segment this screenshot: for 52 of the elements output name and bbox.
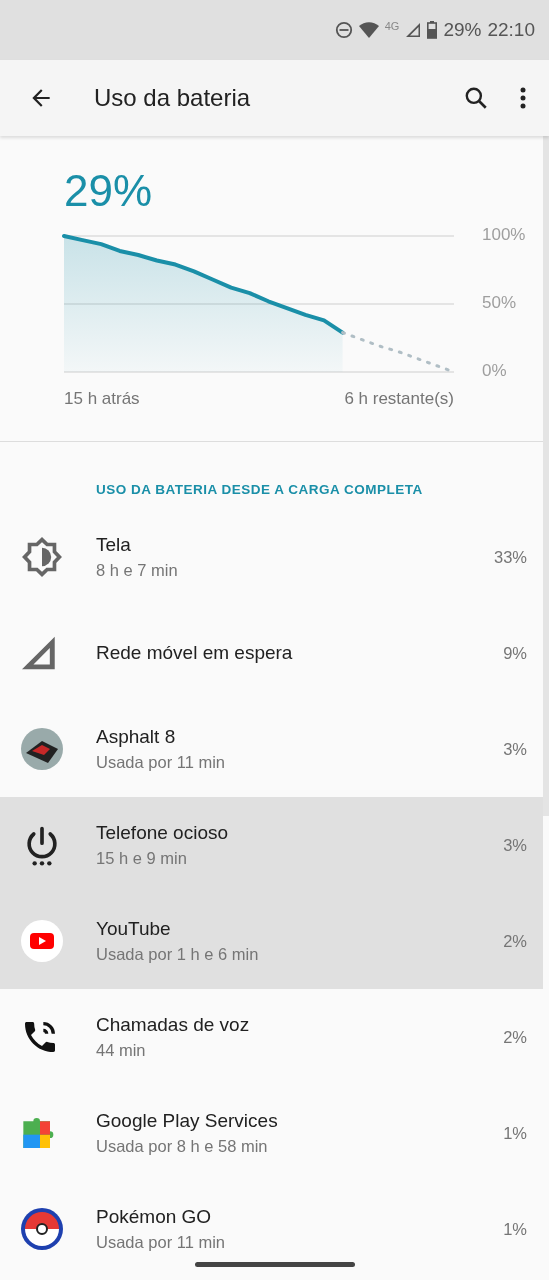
item-usage-time: Usada por 11 min: [96, 1233, 226, 1252]
battery-icon: [427, 21, 438, 39]
game-app-icon: [20, 727, 64, 771]
usage-row[interactable]: Chamadas de voz 44 min 2%: [0, 989, 543, 1085]
item-percent: 1%: [503, 1123, 527, 1143]
brightness-icon: [20, 535, 64, 579]
item-usage-time: 8 h e 7 min: [96, 561, 179, 580]
item-name: Tela: [96, 534, 132, 556]
item-usage-time: Usada por 8 h e 58 min: [96, 1137, 269, 1156]
item-name: Telefone ocioso: [96, 822, 230, 844]
axis-label: 0%: [482, 361, 507, 381]
item-usage-time: Usada por 11 min: [96, 753, 226, 772]
item-percent: 1%: [503, 1219, 527, 1239]
item-name: Rede móvel em espera: [96, 642, 294, 664]
usage-row[interactable]: Google Play Services Usada por 8 h e 58 min 1%: [0, 1085, 543, 1181]
item-percent: 2%: [503, 931, 527, 951]
section-header: USO DA BATERIA DESDE A CARGA COMPLETA: [95, 481, 424, 499]
axis-label: 15 h atrás: [64, 389, 140, 409]
usage-row[interactable]: YouTube Usada por 1 h e 6 min 2%: [0, 893, 543, 989]
screen-title: Uso da bateria: [94, 84, 252, 112]
item-percent: 3%: [503, 835, 527, 855]
battery-percent: 29%: [443, 19, 482, 41]
signal-icon: [405, 22, 422, 38]
item-percent: 3%: [503, 739, 527, 759]
battery-level-text: 29%: [64, 166, 154, 216]
item-name: YouTube: [96, 918, 172, 940]
axis-label: 50%: [482, 293, 517, 313]
item-percent: 2%: [503, 1027, 527, 1047]
item-name: Pokémon GO: [96, 1206, 213, 1228]
search-icon: [463, 85, 489, 111]
item-name: Google Play Services: [96, 1110, 279, 1132]
network-type: 4G: [384, 20, 400, 32]
item-name: Chamadas de voz: [96, 1014, 251, 1036]
item-percent: 33%: [493, 547, 527, 567]
usage-row[interactable]: Pokémon GO Usada por 11 min 1%: [0, 1181, 543, 1277]
ball-app-icon: [20, 1207, 64, 1251]
item-usage-time: 44 min: [96, 1041, 147, 1060]
axis-label: 6 h restante(s): [344, 389, 454, 409]
wifi-icon: [358, 22, 379, 38]
usage-row[interactable]: Asphalt 8 Usada por 11 min 3%: [0, 701, 543, 797]
usage-row[interactable]: Rede móvel em espera 9%: [0, 605, 543, 701]
do-not-disturb-icon: [334, 21, 353, 39]
play-app-icon: [20, 919, 64, 963]
item-usage-time: 15 h e 9 min: [96, 849, 188, 868]
usage-row[interactable]: Telefone ocioso 15 h e 9 min 3%: [0, 797, 543, 893]
usage-row[interactable]: Tela 8 h e 7 min 33%: [0, 509, 543, 605]
clock: 22:10: [487, 19, 535, 41]
item-name: Asphalt 8: [96, 726, 177, 748]
item-usage-time: Usada por 1 h e 6 min: [96, 945, 260, 964]
axis-label: 100%: [482, 225, 526, 245]
more-vert-icon: [519, 86, 527, 110]
item-percent: 9%: [503, 643, 527, 663]
